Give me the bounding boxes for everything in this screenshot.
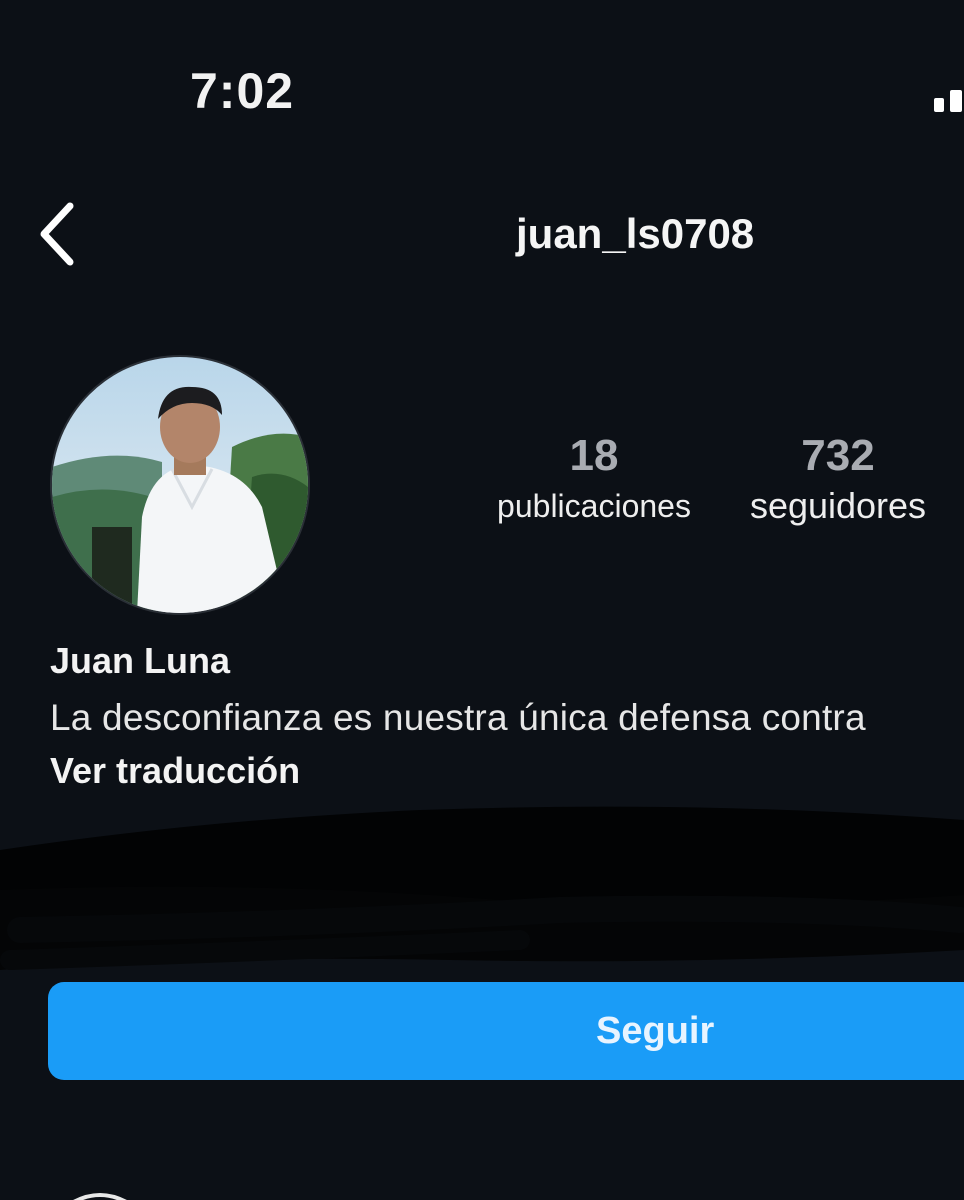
profile-screen: 7:02 juan_ls0708 18 publicaciones 732 se… (0, 0, 964, 1200)
posts-stat[interactable]: 18 publicaciones (480, 430, 708, 530)
display-name: Juan Luna (50, 640, 231, 681)
status-time: 7:02 (190, 63, 295, 119)
avatar[interactable] (50, 355, 310, 615)
back-button[interactable] (34, 198, 84, 270)
redaction-scribble (0, 806, 964, 970)
chevron-left-icon (40, 202, 74, 266)
signal-icon (934, 90, 962, 112)
posts-label: publicaciones (497, 488, 691, 524)
follow-button-label: Seguir (596, 1010, 715, 1052)
followers-count: 732 (801, 431, 875, 480)
posts-count: 18 (569, 431, 619, 480)
profile-username: juan_ls0708 (516, 210, 755, 257)
follow-button[interactable]: Seguir (48, 982, 964, 1080)
profile-photo (52, 357, 308, 613)
followers-stat[interactable]: 732 seguidores (730, 430, 946, 530)
bio-text: La desconfianza es nuestra única defensa… (50, 697, 866, 738)
followers-label: seguidores (749, 485, 927, 526)
bottom-partial-circle (73, 1193, 127, 1200)
